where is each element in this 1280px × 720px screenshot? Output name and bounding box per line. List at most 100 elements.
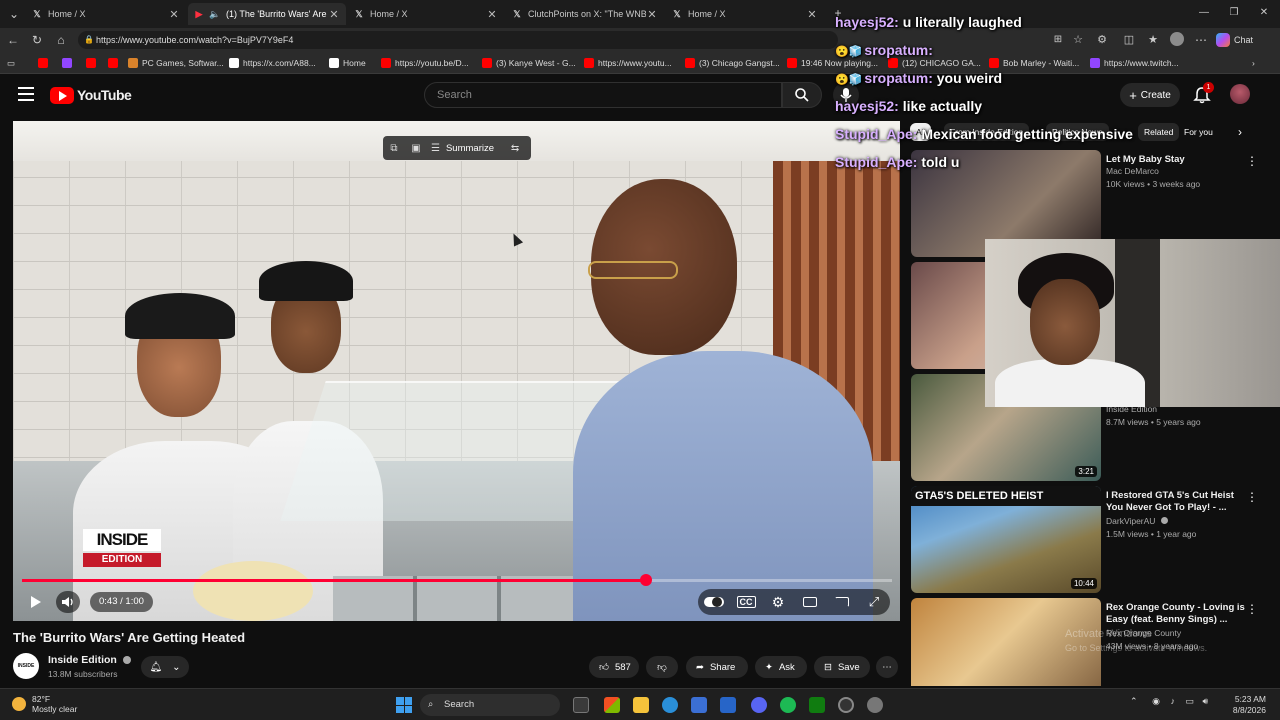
volume-icon[interactable]: 🔊︎ [1202, 696, 1208, 706]
bookmark-item[interactable]: (3) Chicago Gangst... [685, 55, 780, 71]
recommendation-channel[interactable]: DarkViperAU [1106, 516, 1168, 526]
bookmark-item[interactable]: (3) Kanye West - G... [482, 55, 576, 71]
home-icon[interactable]: ⌂ [53, 32, 69, 48]
close-icon[interactable]: ✕ [486, 8, 498, 21]
split-screen-icon[interactable]: ◫ [1121, 32, 1137, 48]
bookmark-item[interactable] [38, 55, 52, 71]
progress-bar[interactable] [22, 574, 892, 586]
bookmarks-overflow-icon[interactable]: › [1252, 55, 1255, 71]
tab-home-x-2[interactable]: 𝕏 Home / X ✕ [348, 3, 504, 25]
bookmark-item[interactable]: https://x.com/A88... [229, 55, 316, 71]
youtube-logo[interactable]: YouTube [50, 86, 132, 104]
cast-button[interactable] [831, 591, 853, 613]
fullscreen-button[interactable]: ⤢ [863, 591, 885, 613]
outlook-icon[interactable] [720, 697, 736, 713]
autoplay-toggle[interactable] [703, 591, 725, 613]
speaker-icon[interactable]: 🔈 [209, 9, 220, 19]
close-icon[interactable]: ✕ [806, 8, 818, 21]
discord-icon[interactable] [751, 697, 767, 713]
app-icon[interactable]: ⊞ [1050, 32, 1066, 48]
system-tray[interactable]: ⌃ ◉ ♪ ▭ 🔊︎ [1130, 696, 1208, 707]
back-icon[interactable]: ← [5, 32, 21, 48]
bookmark-item[interactable]: Home [329, 55, 366, 71]
edge-icon[interactable] [662, 697, 678, 713]
microphone-icon[interactable]: ♪ [1170, 696, 1175, 706]
extensions-icon[interactable]: ⚙ [1094, 32, 1110, 48]
obs-icon[interactable] [838, 697, 854, 713]
chips-next-icon[interactable]: › [1232, 123, 1248, 141]
recommendation-title[interactable]: Rex Orange County - Loving is Easy (feat… [1106, 602, 1246, 626]
bookmark-item[interactable]: PC Games, Softwar... [128, 55, 224, 71]
mute-button[interactable] [56, 591, 80, 613]
recommendation-channel[interactable]: Mac DeMarco [1106, 166, 1159, 176]
chip-for-you[interactable]: For you [1178, 123, 1219, 141]
more-vert-icon[interactable]: ⋮ [1246, 154, 1258, 168]
bookmarks-menu-icon[interactable]: ▭ [7, 55, 15, 71]
file-explorer-icon[interactable] [633, 697, 649, 713]
close-icon[interactable]: ✕ [646, 8, 658, 21]
xbox-icon[interactable] [809, 697, 825, 713]
recommendation-item[interactable]: GTA5'S DELETED HEIST 10:44 I Restored GT… [911, 486, 1276, 593]
spotify-icon[interactable] [780, 697, 796, 713]
ask-button[interactable]: ✦ Ask [755, 656, 807, 678]
recommendation-title[interactable]: Let My Baby Stay [1106, 154, 1246, 166]
bookmark-item[interactable] [62, 55, 76, 71]
search-button[interactable] [782, 82, 822, 108]
summarize-button[interactable]: Summarize [440, 143, 494, 154]
minimize-icon[interactable]: — [1196, 5, 1212, 21]
create-button[interactable]: + Create [1120, 83, 1180, 107]
restore-icon[interactable]: ❐ [1226, 5, 1242, 21]
tab-home-x-1[interactable]: 𝕏 Home / X ✕ [26, 3, 186, 25]
bookmark-item[interactable] [108, 55, 122, 71]
recommendation-title[interactable]: I Restored GTA 5's Cut Heist You Never G… [1106, 490, 1246, 514]
dislike-button[interactable]: 👎︎ [646, 656, 678, 678]
scrubber-handle[interactable] [639, 574, 652, 586]
tab-list-chevron-icon[interactable]: ⌄ [6, 6, 22, 22]
window-close-icon[interactable]: ✕ [1256, 5, 1272, 21]
video-thumbnail[interactable]: GTA5'S DELETED HEIST 10:44 [911, 486, 1101, 593]
translate-icon[interactable]: ⇆ [504, 143, 526, 154]
settings-button[interactable]: ⚙ [767, 591, 789, 613]
security-icon[interactable]: ◉ [1152, 696, 1160, 706]
close-icon[interactable]: ✕ [328, 8, 340, 21]
close-icon[interactable]: ✕ [168, 8, 180, 21]
subscription-bell-button[interactable]: 🔔︎ ⌄ [141, 656, 189, 678]
copilot-app-icon[interactable] [604, 697, 620, 713]
save-button[interactable]: ⊟ Save [814, 656, 870, 678]
taskbar-search[interactable]: ⌕ Search [420, 694, 560, 716]
chevron-up-icon[interactable]: ⌃ [1130, 696, 1138, 706]
profile-icon[interactable] [1169, 32, 1185, 48]
bookmark-item[interactable]: https://www.youtu... [584, 55, 672, 71]
channel-name[interactable]: Inside Edition [48, 654, 131, 666]
settings-app-icon[interactable] [867, 697, 883, 713]
miniplayer-icon[interactable]: ⧉ [383, 143, 405, 154]
account-avatar[interactable] [1230, 84, 1250, 104]
copilot-chat-button[interactable]: Chat [1216, 32, 1253, 48]
like-button[interactable]: 👍︎ 587 [589, 656, 639, 678]
clock[interactable]: 5:23 AM 8/8/2026 [1220, 694, 1266, 716]
monitor-icon[interactable]: ▭ [1185, 696, 1194, 706]
channel-avatar[interactable]: INSIDE EDITION [13, 653, 39, 695]
more-menu-icon[interactable]: ⋯ [1193, 32, 1209, 48]
tab-clutchpoints[interactable]: 𝕏 ClutchPoints on X: "The WNBPA is ✕ [506, 3, 664, 25]
more-vert-icon[interactable]: ⋮ [1246, 602, 1258, 616]
search-input[interactable]: Search [424, 82, 782, 108]
more-vert-icon[interactable]: ⋮ [1246, 490, 1258, 504]
store-icon[interactable] [691, 697, 707, 713]
bookmark-item[interactable]: https://www.twitch... [1090, 55, 1179, 71]
bookmark-item[interactable]: https://youtu.be/D... [381, 55, 469, 71]
captions-button[interactable]: CC [735, 591, 757, 613]
bookmark-item[interactable]: Bob Marley - Waiti... [989, 55, 1079, 71]
tab-youtube-video[interactable]: ▶ 🔈 (1) The 'Burrito Wars' Are Gett ✕ [188, 3, 346, 25]
tab-home-x-3[interactable]: 𝕏 Home / X ✕ [666, 3, 824, 25]
reload-icon[interactable]: ↻ [29, 32, 45, 48]
miniplayer-button[interactable] [799, 591, 821, 613]
bookmark-item[interactable] [86, 55, 100, 71]
hamburger-menu-icon[interactable] [18, 87, 34, 101]
start-button[interactable] [396, 697, 412, 713]
more-actions-button[interactable]: ⋯ [876, 656, 898, 678]
share-button[interactable]: ➦ Share [686, 656, 748, 678]
url-field[interactable]: 🔒 https://www.youtube.com/watch?v=BujPV7… [78, 31, 838, 49]
play-button[interactable] [24, 591, 46, 613]
chip-related[interactable]: Related [1138, 123, 1180, 141]
